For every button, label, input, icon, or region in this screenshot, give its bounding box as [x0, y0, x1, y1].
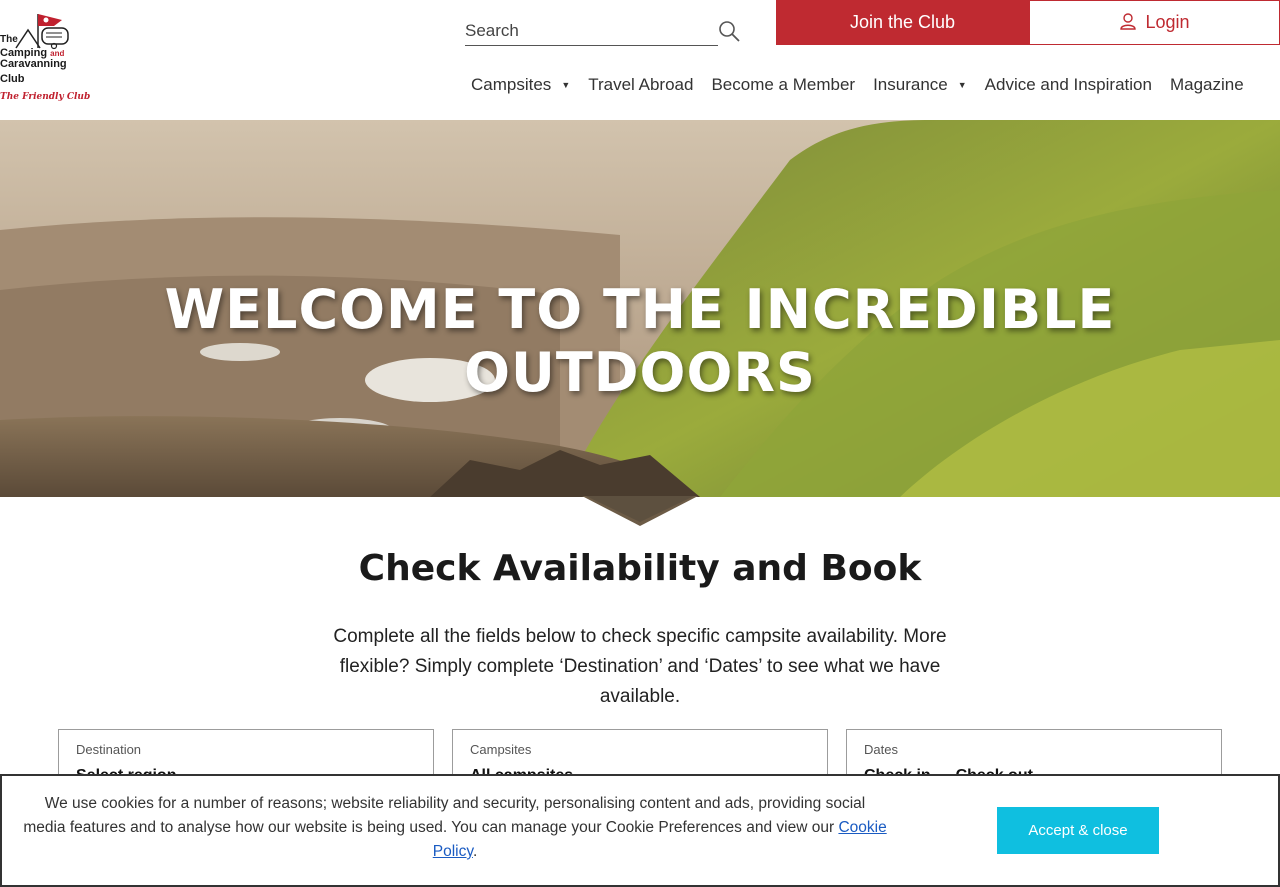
join-club-button[interactable]: Join the Club: [776, 0, 1029, 45]
user-icon: [1120, 13, 1137, 30]
logo-tagline: The Friendly Club: [0, 92, 91, 102]
logo-text-caravanning: Caravanning: [0, 58, 67, 70]
nav-item-label: Advice and Inspiration: [984, 75, 1152, 94]
club-logo[interactable]: The Camping and Caravanning Club The Fri…: [0, 12, 90, 108]
cookie-banner: We use cookies for a number of reasons; …: [0, 774, 1280, 887]
nav-item-campsites[interactable]: Campsites ▼: [471, 72, 570, 98]
booking-title: Check Availability and Book: [358, 548, 922, 589]
nav-item-label: Campsites: [471, 75, 552, 94]
logo-flag-icon: [15, 14, 69, 50]
search-input[interactable]: [465, 14, 685, 44]
campsites-label: Campsites: [470, 742, 532, 757]
main-nav: Campsites ▼ Travel Abroad Become a Member…: [471, 72, 1262, 98]
nav-item-label: Travel Abroad: [588, 75, 694, 94]
nav-item-label: Magazine: [1169, 75, 1244, 94]
booking-intro: Complete all the fields below to check s…: [333, 626, 947, 707]
caret-down-icon: ▼: [561, 80, 571, 90]
destination-label: Destination: [76, 742, 142, 757]
nav-item-insurance[interactable]: Insurance ▼: [873, 72, 967, 98]
logo-text-the: The: [0, 34, 18, 45]
site-header: The Camping and Caravanning Club The Fri…: [0, 0, 1280, 120]
nav-item-travel-abroad[interactable]: Travel Abroad: [588, 72, 693, 98]
nav-item-label: Become a Member: [711, 75, 856, 94]
nav-item-become-member[interactable]: Become a Member: [711, 72, 855, 98]
logo-text-club: Club: [0, 73, 25, 85]
cookie-message: We use cookies for a number of reasons; …: [23, 795, 887, 860]
search-bar: [465, 14, 740, 46]
search-icon[interactable]: [717, 19, 741, 43]
dates-label: Dates: [864, 742, 898, 757]
hero-pointer-inner: [586, 496, 694, 522]
login-button[interactable]: Login: [1029, 0, 1280, 45]
nav-item-magazine[interactable]: Magazine: [1170, 72, 1244, 98]
nav-item-label: Insurance: [873, 75, 948, 94]
login-label: Login: [1145, 12, 1190, 32]
accept-close-button[interactable]: Accept & close: [997, 807, 1159, 854]
caret-down-icon: ▼: [957, 80, 967, 90]
hero-title: Welcome to the incredible outdoors: [164, 278, 1116, 404]
nav-item-advice-inspiration[interactable]: Advice and Inspiration: [985, 72, 1152, 98]
hero-banner: Welcome to the incredible outdoors: [0, 120, 1280, 497]
